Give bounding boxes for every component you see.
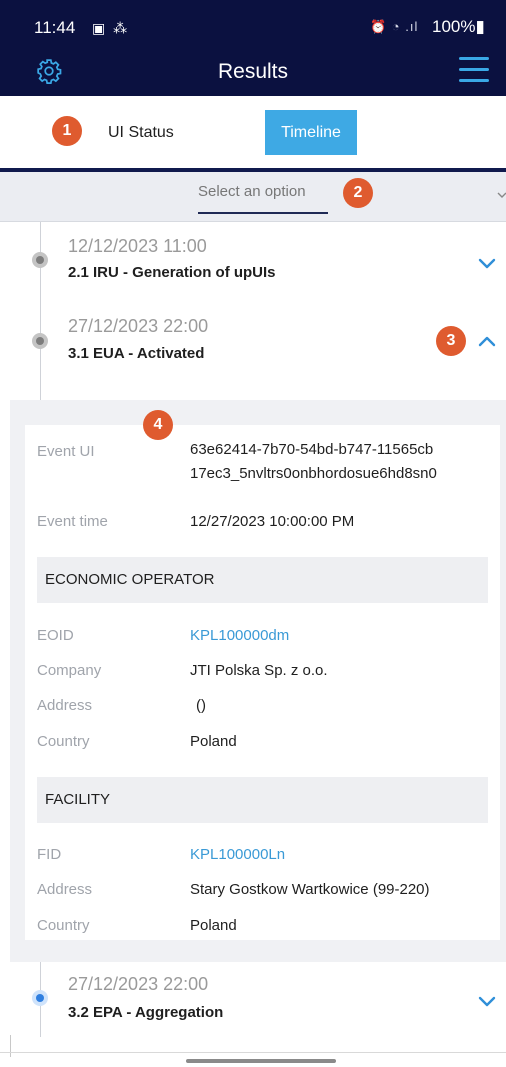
hamburger-icon[interactable] — [459, 57, 489, 83]
timeline-dot — [32, 333, 48, 349]
filter-select[interactable]: Select an option — [198, 183, 306, 200]
company-label: Company — [37, 662, 102, 679]
timeline-dot-active — [32, 990, 48, 1006]
fid-label: FID — [37, 846, 62, 863]
event-date: 27/12/2023 22:00 — [68, 316, 209, 336]
tab-timeline[interactable]: Timeline — [265, 110, 357, 155]
signal-icons: ⏰ ◔ .ıl — [370, 19, 419, 34]
event-title[interactable]: 3.1 EUA - Activated — [68, 345, 204, 362]
chevron-up-icon[interactable] — [478, 335, 496, 347]
chevron-down-icon[interactable] — [478, 996, 496, 1008]
event-ui-value-line1: 63e62414-7b70-54bd-b747-11565cb — [190, 441, 434, 458]
timeline-dot — [32, 252, 48, 268]
annotation-badge-1: 1 — [52, 116, 82, 146]
scroll-edge — [10, 1035, 11, 1057]
chevron-down-icon[interactable] — [497, 190, 506, 200]
annotation-badge-2: 2 — [343, 178, 373, 208]
company-value: JTI Polska Sp. z o.o. — [190, 662, 328, 679]
event-title[interactable]: 3.2 EPA - Aggregation — [68, 1004, 223, 1021]
event-ui-value-line2: 17ec3_5nvltrs0onbhordosue6hd8sn0 — [190, 465, 437, 482]
eoid-label: EOID — [37, 627, 74, 644]
timeline-line — [40, 222, 41, 400]
status-bar: 11:44 ▣ ⁂ ⏰ ◔ .ıl 100%▮ — [0, 0, 506, 50]
fid-link[interactable]: KPL100000Ln — [190, 846, 285, 863]
address-value: () — [196, 697, 206, 714]
event-ui-label: Event UI — [37, 443, 95, 460]
chevron-down-icon[interactable] — [478, 258, 496, 270]
annotation-badge-3: 3 — [436, 326, 466, 356]
section-heading: ECONOMIC OPERATOR — [45, 571, 215, 588]
event-time-value: 12/27/2023 10:00:00 PM — [190, 513, 355, 530]
event-date: 27/12/2023 22:00 — [68, 974, 209, 994]
facility-country-label: Country — [37, 917, 90, 934]
bottom-divider — [0, 1052, 506, 1053]
notification-icons: ▣ ⁂ — [92, 20, 130, 36]
filter-underline — [198, 212, 328, 214]
event-title[interactable]: 2.1 IRU - Generation of upUIs — [68, 264, 276, 281]
annotation-badge-4: 4 — [143, 410, 173, 440]
event-time-label: Event time — [37, 513, 108, 530]
country-value: Poland — [190, 733, 237, 750]
eoid-link[interactable]: KPL100000dm — [190, 627, 289, 644]
app-header: 11:44 ▣ ⁂ ⏰ ◔ .ıl 100%▮ Results — [0, 0, 506, 96]
facility-address-value: Stary Gostkow Wartkowice (99-220) — [190, 881, 430, 898]
battery-indicator: 100%▮ — [432, 17, 485, 36]
facility-country-value: Poland — [190, 917, 237, 934]
section-header-facility: FACILITY — [37, 777, 488, 823]
address-label: Address — [37, 697, 93, 714]
section-header-economic-operator: ECONOMIC OPERATOR — [37, 557, 488, 603]
tab-ui-status[interactable]: UI Status — [108, 124, 174, 142]
section-heading: FACILITY — [45, 791, 111, 808]
status-time: 11:44 — [34, 18, 76, 37]
page-title: Results — [217, 60, 289, 83]
home-indicator[interactable] — [186, 1059, 336, 1063]
event-date: 12/12/2023 11:00 — [68, 236, 207, 256]
country-label: Country — [37, 733, 90, 750]
facility-address-label: Address — [37, 881, 93, 898]
